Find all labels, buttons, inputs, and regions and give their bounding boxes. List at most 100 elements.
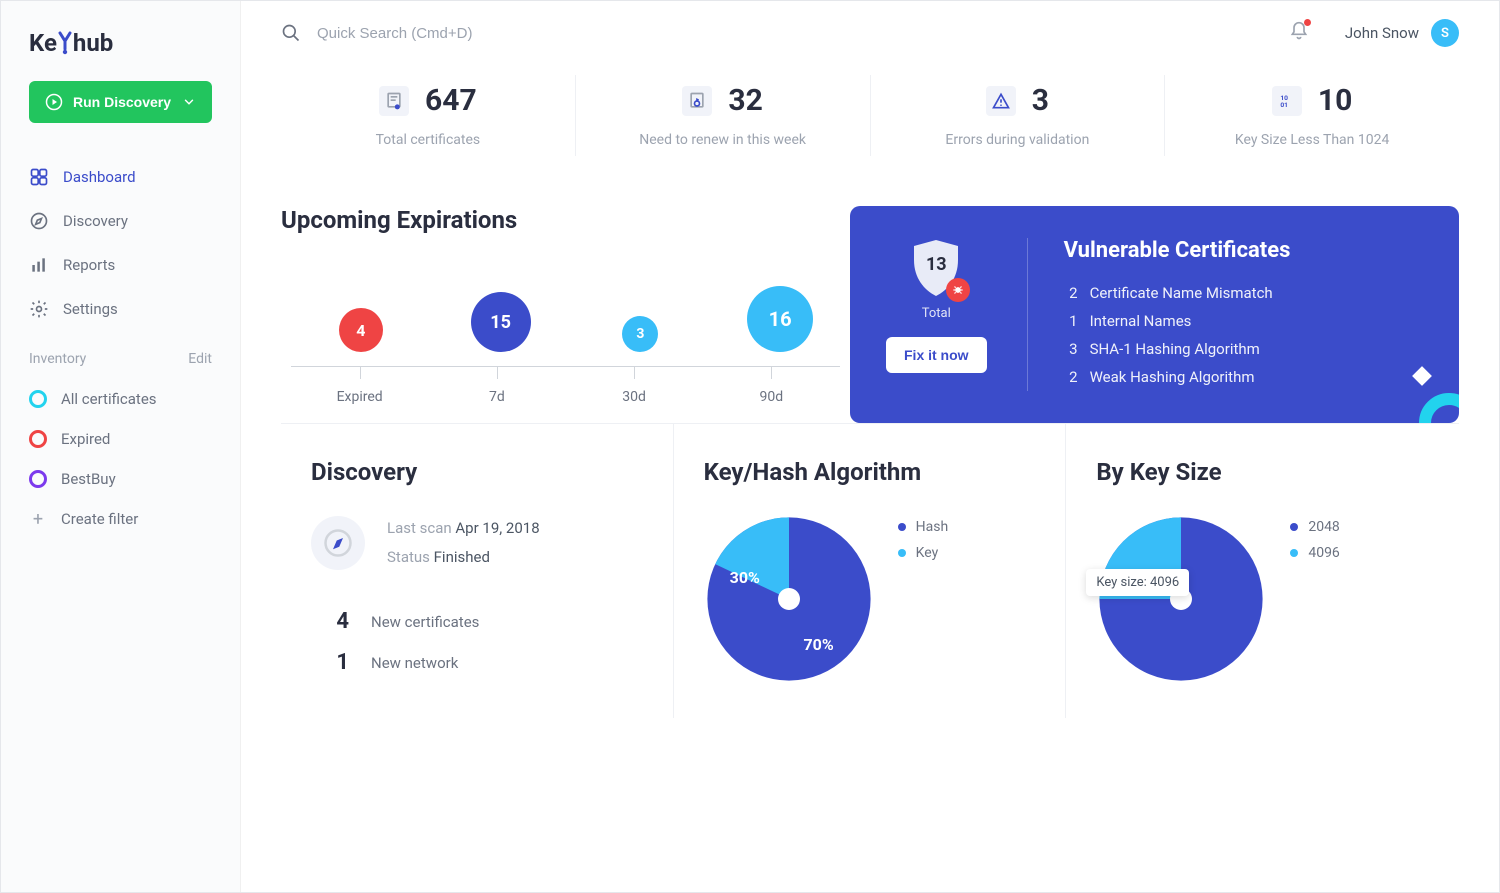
swatch-icon — [898, 523, 906, 531]
vulnerable-item[interactable]: 3SHA-1 Hashing Algorithm — [1064, 335, 1423, 363]
avatar: S — [1431, 19, 1459, 47]
vuln-label: Internal Names — [1090, 312, 1192, 330]
compass-badge-icon — [311, 516, 365, 570]
nav-item-settings[interactable]: Settings — [1, 287, 240, 331]
bubble-7d[interactable]: 15 — [471, 292, 531, 352]
topbar: John Snow S — [241, 1, 1499, 65]
stat-label: Total certificates — [281, 132, 575, 148]
nav-item-reports[interactable]: Reports — [1, 243, 240, 287]
tick-label: 7d — [428, 367, 565, 405]
inventory-item-bestbuy[interactable]: BestBuy — [1, 459, 240, 499]
legend-item[interactable]: Key — [898, 540, 949, 566]
svg-text:01: 01 — [1280, 100, 1288, 108]
vuln-count: 2 — [1064, 368, 1078, 386]
create-filter-label: Create filter — [61, 510, 138, 528]
keysize-pie-chart: Key size: 4096 — [1096, 514, 1266, 684]
stat-value: 647 — [425, 83, 477, 118]
ring-icon — [29, 390, 47, 408]
legend-label: 2048 — [1308, 519, 1339, 535]
stat-renew: 32 Need to renew in this week — [576, 75, 871, 156]
compass-icon — [29, 211, 49, 231]
pie-slice-label: 70% — [803, 635, 833, 654]
stat-value: 32 — [728, 83, 762, 118]
nav-item-discovery[interactable]: Discovery — [1, 199, 240, 243]
run-discovery-button[interactable]: Run Discovery — [29, 81, 212, 123]
expiration-bubbles: 4 15 3 16 — [281, 262, 850, 352]
inventory-title: Inventory — [29, 351, 86, 367]
vuln-count: 3 — [1064, 340, 1078, 358]
last-scan-value: Apr 19, 2018 — [455, 519, 539, 537]
bug-icon — [946, 278, 970, 302]
nav-list: Dashboard Discovery Reports Settings — [1, 155, 240, 331]
keysize-legend: 2048 4096 — [1290, 514, 1339, 566]
nav-item-dashboard[interactable]: Dashboard — [1, 155, 240, 199]
notification-dot-icon — [1304, 19, 1311, 26]
legend-item[interactable]: 2048 — [1290, 514, 1339, 540]
grid-icon — [29, 167, 49, 187]
warning-icon — [986, 86, 1016, 116]
upcoming-title: Upcoming Expirations — [281, 206, 850, 234]
sidebar: Ke hub Run Discovery Dashboard Discovery… — [1, 1, 241, 892]
discovery-label: New certificates — [371, 613, 479, 631]
status-value: Finished — [434, 548, 490, 566]
vulnerable-item[interactable]: 2 Certificate Name Mismatch — [1064, 279, 1423, 307]
inventory-item-all[interactable]: All certificates — [1, 379, 240, 419]
swatch-icon — [1290, 523, 1298, 531]
binary-icon: 1001 — [1272, 86, 1302, 116]
main-content: John Snow S 647 Total certificates 32 Ne… — [241, 1, 1499, 892]
vuln-count: 2 — [1064, 284, 1078, 302]
create-filter-button[interactable]: + Create filter — [1, 499, 240, 539]
legend-item[interactable]: 4096 — [1290, 540, 1339, 566]
bubble-30d[interactable]: 3 — [622, 316, 658, 352]
stat-label: Need to renew in this week — [576, 132, 870, 148]
renew-icon — [682, 86, 712, 116]
stat-errors: 3 Errors during validation — [871, 75, 1166, 156]
stat-value: 3 — [1032, 83, 1049, 118]
shield-badge: 13 — [908, 238, 964, 298]
legend-label: Key — [916, 545, 939, 561]
ring-icon — [29, 470, 47, 488]
vuln-label: Weak Hashing Algorithm — [1090, 368, 1255, 386]
vuln-count: 1 — [1064, 312, 1078, 330]
discovery-count: 4 — [325, 609, 349, 634]
discovery-stat-row: 4 New certificates — [311, 601, 643, 642]
notifications-button[interactable] — [1289, 21, 1309, 45]
bubble-90d[interactable]: 16 — [747, 286, 813, 352]
nav-label: Discovery — [63, 212, 128, 230]
last-scan-label: Last scan — [387, 519, 452, 537]
vulnerable-total-label: Total — [886, 306, 987, 321]
inventory-edit-link[interactable]: Edit — [188, 351, 212, 367]
stat-label: Errors during validation — [871, 132, 1165, 148]
play-circle-icon — [45, 93, 63, 111]
run-discovery-label: Run Discovery — [73, 94, 171, 110]
legend-label: 4096 — [1308, 545, 1339, 561]
gear-icon — [29, 299, 49, 319]
keyhash-panel: Key/Hash Algorithm 30% 70% Hash Key — [674, 424, 1067, 718]
logo-text-post: hub — [73, 29, 113, 57]
discovery-stat-row: 1 New network — [311, 642, 643, 683]
user-menu[interactable]: John Snow S — [1345, 19, 1459, 47]
user-name: John Snow — [1345, 24, 1419, 42]
vulnerable-item[interactable]: 2 Weak Hashing Algorithm — [1064, 363, 1423, 391]
inventory-label: All certificates — [61, 390, 157, 408]
keyhash-pie-chart: 30% 70% — [704, 514, 874, 684]
discovery-title: Discovery — [311, 458, 643, 486]
discovery-count: 1 — [325, 650, 349, 675]
bubble-expired[interactable]: 4 — [339, 308, 383, 352]
legend-label: Hash — [916, 519, 949, 535]
tick-label: Expired — [291, 367, 428, 405]
ring-icon — [29, 430, 47, 448]
vulnerable-item[interactable]: 1 Internal Names — [1064, 307, 1423, 335]
chevron-down-icon — [182, 95, 196, 109]
vuln-label: Certificate Name Mismatch — [1090, 284, 1273, 302]
ring-decoration-icon — [1419, 393, 1459, 423]
pie-slice-label: 30% — [730, 568, 760, 587]
inventory-label: BestBuy — [61, 470, 116, 488]
legend-item[interactable]: Hash — [898, 514, 949, 540]
inventory-item-expired[interactable]: Expired — [1, 419, 240, 459]
discovery-label: New network — [371, 654, 458, 672]
logo-text-pre: Ke — [29, 29, 57, 57]
tick-label: 30d — [566, 367, 703, 405]
fix-it-button[interactable]: Fix it now — [886, 337, 987, 373]
search-input[interactable] — [317, 25, 1273, 42]
